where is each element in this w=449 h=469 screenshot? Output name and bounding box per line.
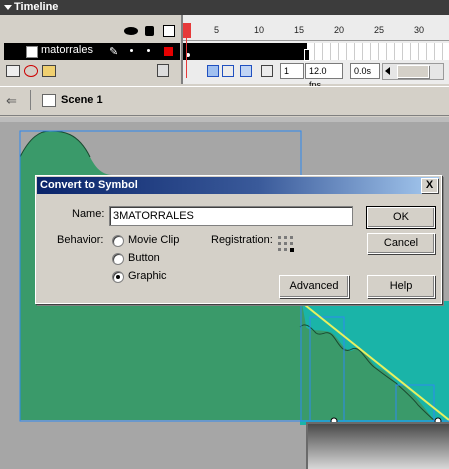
add-layer-icon[interactable] [6, 65, 20, 77]
button-label[interactable]: Button [128, 252, 160, 264]
insert-folder-icon[interactable] [42, 65, 56, 77]
advanced-button[interactable]: Advanced [279, 275, 349, 298]
frame-strip[interactable] [183, 43, 449, 61]
name-label: Name: [72, 208, 105, 220]
frame-tick: 25 [374, 25, 385, 35]
frame-ruler[interactable]: 5 10 15 20 25 30 [183, 23, 449, 41]
center-frame-icon[interactable] [207, 65, 219, 77]
graphic-label[interactable]: Graphic [128, 270, 167, 282]
radio-graphic[interactable] [112, 271, 124, 283]
visibility-dot-icon[interactable] [130, 49, 133, 52]
frame-tick: 5 [214, 25, 220, 35]
lock-dot-icon[interactable] [147, 49, 150, 52]
movie-clip-label[interactable]: Movie Clip [128, 234, 179, 246]
dialog-title: Convert to Symbol [40, 179, 138, 191]
lock-icon[interactable] [145, 26, 154, 36]
reg-point[interactable] [284, 242, 287, 245]
edit-multiple-frames-icon[interactable] [261, 65, 273, 77]
frame-tick: 30 [414, 25, 425, 35]
reg-point[interactable] [284, 236, 287, 239]
layer-color-icon[interactable] [164, 47, 173, 56]
playhead-line [186, 38, 187, 78]
reg-point[interactable] [278, 236, 281, 239]
ok-button[interactable]: OK [366, 206, 436, 229]
reg-point[interactable] [278, 248, 281, 251]
eye-icon[interactable] [124, 27, 138, 35]
layer-type-icon [26, 46, 38, 58]
frame-tick: 15 [294, 25, 305, 35]
frame-rate-field[interactable]: 12.0 fps [305, 63, 343, 90]
dialog-titlebar[interactable]: Convert to Symbol [37, 177, 439, 194]
pencil-icon: ✎ [109, 46, 119, 58]
reg-point[interactable] [284, 248, 287, 251]
trash-icon[interactable] [157, 64, 169, 77]
registration-grid[interactable] [278, 236, 298, 256]
layer-controls [6, 63, 66, 79]
scene-icon [42, 94, 56, 107]
collapse-triangle-icon[interactable] [4, 5, 12, 10]
elapsed-time-field: 0.0s [350, 63, 380, 79]
cancel-button[interactable]: Cancel [367, 233, 435, 254]
scroll-left-icon[interactable] [385, 67, 390, 75]
playhead[interactable] [183, 23, 191, 38]
reg-point[interactable] [290, 242, 293, 245]
reg-point[interactable] [278, 242, 281, 245]
scene-separator [30, 90, 31, 110]
gradient-fill [308, 424, 449, 469]
add-motion-guide-icon[interactable] [24, 65, 38, 77]
timeline-hscrollbar[interactable] [382, 63, 444, 80]
outline-icon[interactable] [163, 25, 175, 37]
layer-row[interactable]: matorrales ✎ [4, 43, 180, 60]
end-frame-icon [304, 49, 310, 61]
current-frame-field: 1 [280, 63, 304, 79]
layer-name[interactable]: matorrales [41, 44, 93, 56]
onion-outlines-icon[interactable] [240, 65, 252, 77]
timeline-header[interactable]: Timeline [0, 0, 449, 15]
frame-tick: 10 [254, 25, 265, 35]
scroll-thumb[interactable] [397, 65, 429, 78]
help-button[interactable]: Help [367, 275, 435, 298]
timeline-title: Timeline [14, 1, 59, 13]
layer-header-icons [122, 24, 182, 40]
close-button[interactable]: X [421, 178, 438, 193]
frame-tick: 20 [334, 25, 345, 35]
reg-point[interactable] [290, 236, 293, 239]
radio-button[interactable] [112, 253, 124, 265]
scene-bar: ⇐ Scene 1 [0, 86, 449, 116]
registration-label: Registration: [211, 234, 273, 246]
scene-name[interactable]: Scene 1 [61, 94, 103, 106]
behavior-label: Behavior: [57, 234, 104, 246]
onion-skin-icon[interactable] [222, 65, 234, 77]
symbol-name-input[interactable] [109, 206, 353, 226]
radio-movie-clip[interactable] [112, 235, 124, 247]
reg-point-selected[interactable] [290, 248, 294, 252]
back-arrow-icon[interactable]: ⇐ [6, 93, 17, 109]
